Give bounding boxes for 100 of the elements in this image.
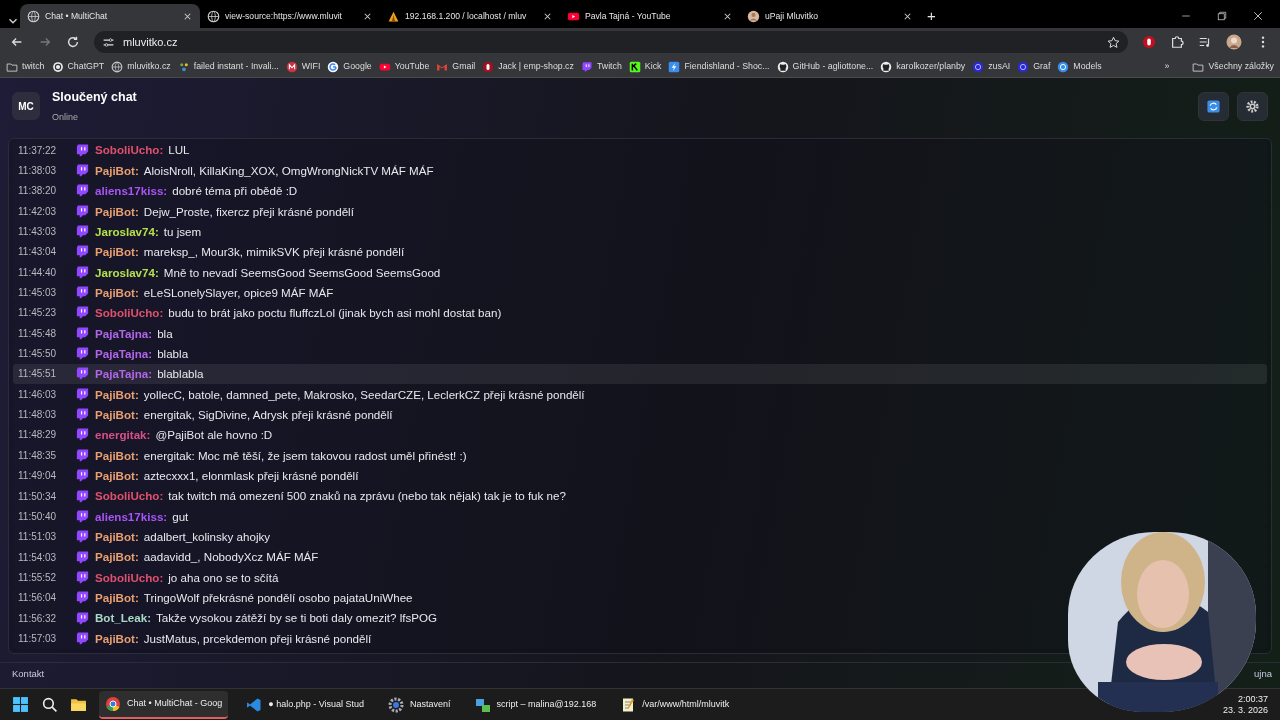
reload-icon[interactable] — [66, 35, 80, 49]
bookmark[interactable]: GitHub - agliottone... — [776, 59, 874, 74]
username: SoboliUcho: — [95, 142, 164, 159]
search-icon[interactable] — [41, 696, 58, 713]
bookmark[interactable]: mluvitko.cz — [111, 59, 171, 74]
browser-tab[interactable]: Chat • MultiChat — [20, 4, 200, 28]
bookmark[interactable]: Models — [1057, 59, 1102, 74]
bookmark[interactable]: Google — [327, 59, 372, 74]
browser-tab[interactable]: 192.168.1.200 / localhost / mluv — [380, 4, 560, 28]
message-text: tak twitch má omezení 500 znaků na zprávu (nebo tak nějak) tak je to fuk ne? — [168, 488, 566, 505]
bookmark[interactable]: Graf — [1017, 59, 1051, 74]
timestamp: 11:56:32 — [18, 611, 58, 626]
settings-button[interactable] — [1237, 91, 1268, 121]
contact-link[interactable]: Kontakt — [12, 667, 45, 682]
message-text: AloisNroll, KillaKing_XOX, OmgWrongNickTV MÁF MÁF — [143, 162, 434, 179]
ring-icon — [1057, 60, 1070, 73]
twitch-icon — [75, 285, 90, 301]
footer-text: ujna — [1254, 667, 1272, 681]
username: PajiBot: — [95, 590, 139, 607]
username: PajiBot: — [95, 203, 139, 220]
timestamp: 11:37:22 — [18, 143, 58, 158]
folder-icon[interactable] — [70, 696, 87, 713]
taskbar-app[interactable]: ● halo.php - Visual Stud — [240, 690, 371, 719]
twitch-icon — [75, 407, 90, 423]
ring-icon — [972, 60, 985, 73]
browser-tab[interactable]: uPaji Mluvitko — [740, 4, 920, 28]
message-text: @PajiBot ale hovno :D — [155, 427, 273, 444]
timestamp: 11:45:50 — [18, 347, 58, 362]
browser-tab[interactable]: view-source:https://www.mluvit — [200, 4, 380, 28]
bookmark[interactable]: Twitch — [580, 59, 622, 74]
forward-icon[interactable] — [38, 35, 52, 49]
timestamp: 11:42:03 — [18, 204, 58, 219]
timestamp: 11:48:35 — [18, 448, 58, 463]
bookmark[interactable]: Kick — [628, 59, 662, 74]
bookmark[interactable]: WIFI — [285, 59, 321, 74]
bookmark[interactable]: karolkozer/planby — [880, 59, 966, 74]
twitch-icon — [75, 386, 90, 402]
restore-icon[interactable] — [1216, 10, 1228, 22]
taskbar-app[interactable]: Nastavení — [382, 690, 457, 719]
message-text: JustMatus, prcekdemon přeji krásné pondělí — [143, 630, 372, 647]
twitch-icon — [75, 325, 90, 341]
puzzle-icon[interactable] — [1170, 35, 1184, 49]
username: aliens17kiss: — [95, 183, 168, 200]
timestamp: 11:48:29 — [18, 428, 58, 443]
message-text: blablabla — [157, 366, 204, 383]
more-bookmarks-button[interactable]: » — [1164, 59, 1170, 74]
timestamp: 11:43:04 — [18, 245, 58, 260]
twitch-icon — [75, 569, 90, 585]
message-text: adalbert_kolinsky ahojky — [143, 529, 271, 545]
avatar-icon[interactable] — [1226, 34, 1242, 50]
timestamp: 11:45:48 — [18, 326, 58, 341]
settings-icon — [1245, 98, 1260, 114]
address-bar[interactable]: mluvitko.cz — [94, 31, 1128, 53]
message-text: Dejw_Proste, fixercz přeji krásné pondělí — [143, 203, 354, 220]
bookmark[interactable]: failed instant - Invali... — [177, 59, 279, 74]
message-text: tu jsem — [163, 223, 202, 240]
twitch-icon — [75, 305, 90, 321]
folder-icon — [6, 60, 18, 73]
bookmark[interactable]: zusAI — [972, 59, 1011, 74]
username: PajiBot: — [95, 630, 139, 647]
sail-icon — [387, 9, 400, 23]
username: PajiBot: — [95, 162, 139, 179]
message-text: jo aha ono se to sčítá — [168, 569, 279, 586]
message-text: Mně to nevadí SeemsGood SeemsGood SeemsGood — [163, 264, 441, 281]
taskbar-app[interactable]: Chat • MultiChat - Goog — [99, 690, 229, 719]
globe-icon — [111, 60, 124, 73]
message-text: yollecC, batole, damned_pete, Makrosko, SeedarCZE, LeclerkCZ přeji krásné pondělí — [143, 386, 585, 403]
bookmark[interactable]: Jack | emp-shop.cz — [482, 59, 574, 74]
twitch-icon — [75, 346, 90, 362]
bookmark[interactable]: Fiendishland - Shoc... — [668, 59, 770, 74]
username: PajiBot: — [95, 244, 139, 261]
twitch-icon — [75, 183, 90, 199]
taskbar-app[interactable]: script – malina@192.168 — [468, 690, 603, 719]
timestamp: 11:45:03 — [18, 286, 58, 301]
bookmark[interactable]: YouTube — [378, 59, 430, 74]
media-icon[interactable] — [1198, 35, 1212, 49]
site-settings-icon[interactable] — [102, 35, 115, 49]
refresh-button[interactable] — [1198, 91, 1229, 121]
star-icon[interactable] — [1107, 35, 1120, 49]
cat-icon — [776, 60, 789, 73]
timestamp: 11:45:51 — [18, 367, 58, 382]
username: energitak: — [95, 427, 151, 444]
username: PajaTajna: — [95, 345, 153, 362]
start-icon[interactable] — [12, 696, 29, 713]
new-tab-button[interactable]: + — [920, 4, 948, 28]
taskbar-app[interactable]: /var/www/html/mluvitk — [614, 690, 736, 719]
close-icon[interactable] — [1252, 10, 1264, 22]
globe-icon — [27, 9, 40, 23]
status-text: Online — [52, 110, 79, 124]
bookmark[interactable]: twitch — [6, 59, 45, 74]
all-bookmarks[interactable]: Všechny záložky — [1192, 59, 1274, 74]
timestamp: 11:43:03 — [18, 225, 58, 240]
browser-tab[interactable]: Pavla Tajná - YouTube — [560, 4, 740, 28]
bolt-icon — [668, 60, 681, 73]
bookmark[interactable]: ChatGPT — [51, 59, 105, 74]
twitch-icon — [75, 427, 90, 443]
bookmark[interactable]: Gmail — [436, 59, 476, 74]
message-text: budu to brát jako poctu fluffczLol (jinak bych asi mohl dostat ban) — [168, 305, 502, 322]
back-icon[interactable] — [10, 35, 24, 49]
timestamp: 11:50:40 — [18, 509, 58, 524]
